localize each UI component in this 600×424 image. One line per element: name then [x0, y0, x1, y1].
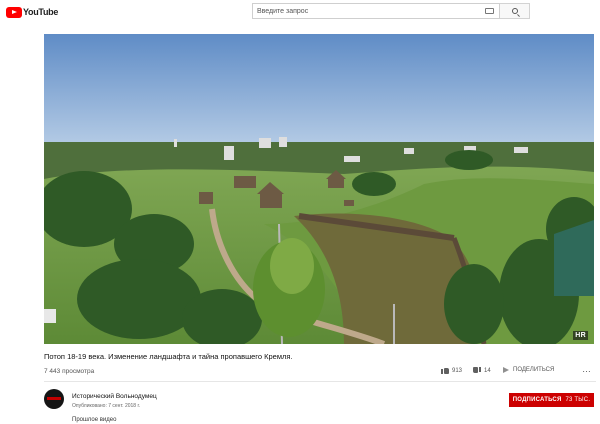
share-icon — [502, 367, 510, 373]
view-count: 7 443 просмотра — [44, 368, 95, 375]
subscribe-button[interactable]: ПОДПИСАТЬСЯ 73 ТЫС. — [509, 393, 594, 407]
like-count: 913 — [452, 367, 463, 374]
play-logo-icon — [6, 6, 22, 18]
channel-name[interactable]: Исторический Вольнодумец — [72, 393, 157, 400]
subscribe-label: ПОДПИСАТЬСЯ — [512, 397, 562, 403]
masthead: YouTube — [0, 0, 600, 24]
video-frame — [44, 34, 594, 344]
subscriber-count: 73 ТЫС. — [565, 397, 591, 403]
video-player[interactable]: HR — [44, 34, 594, 344]
channel-watermark[interactable]: HR — [573, 331, 588, 340]
channel-avatar[interactable] — [44, 389, 64, 409]
search-box — [252, 3, 500, 19]
thumbs-up-icon — [441, 367, 449, 374]
search-icon — [511, 8, 518, 14]
keyboard-icon[interactable] — [485, 8, 494, 14]
search-button[interactable] — [500, 3, 530, 19]
dislike-count: 14 — [484, 367, 491, 374]
logo-text: YouTube — [23, 7, 59, 17]
youtube-logo[interactable]: YouTube — [6, 6, 58, 18]
publish-date: Опубликовано: 7 сент. 2018 г. — [72, 403, 141, 409]
search-input[interactable] — [253, 4, 475, 18]
like-button[interactable]: 913 — [441, 367, 462, 374]
dislike-button[interactable]: 14 — [473, 367, 491, 374]
thumbs-down-icon — [473, 367, 481, 374]
more-actions-button[interactable]: … — [582, 364, 591, 374]
more-icon: … — [582, 364, 591, 374]
share-button[interactable]: ПОДЕЛИТЬСЯ — [502, 367, 554, 373]
divider — [44, 381, 596, 382]
description-text: Прошлое видео — [72, 417, 117, 423]
video-title: Потоп 18-19 века. Изменение ландшафта и … — [44, 352, 293, 361]
share-label: ПОДЕЛИТЬСЯ — [513, 367, 555, 373]
